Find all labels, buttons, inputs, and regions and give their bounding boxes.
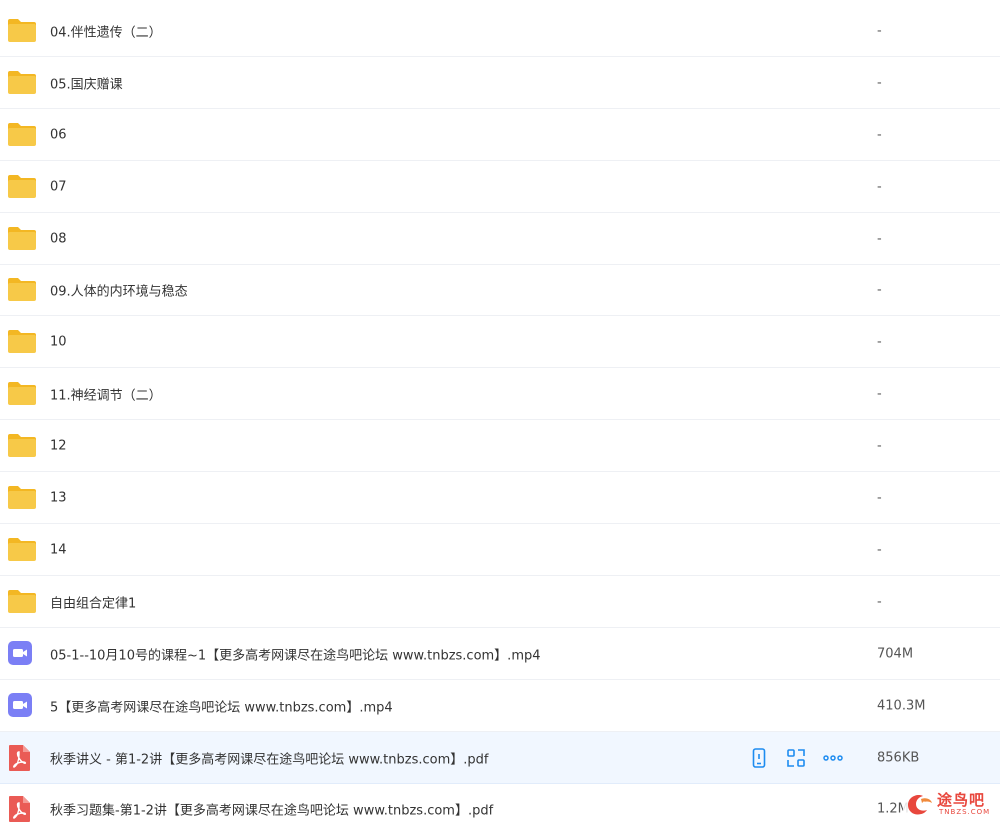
bird-logo-icon [908,795,932,815]
video-file-icon[interactable] [7,640,37,668]
folder-icon[interactable] [7,380,37,408]
pdf-file-icon[interactable] [7,795,37,823]
file-row[interactable]: 秋季习题集-第1-2讲【更多高考网课尽在途鸟吧论坛 www.tnbzs.com】… [0,784,1000,823]
file-name[interactable]: 07 [50,179,67,194]
folder-row[interactable]: 11.神经调节（二） - [0,368,1000,420]
file-size: 704M [877,646,914,661]
folder-icon[interactable] [7,121,37,149]
file-size: - [877,23,882,38]
watermark: 途鸟吧 TNBZS.COM [903,789,995,819]
file-name[interactable]: 05.国庆赠课 [50,73,123,92]
folder-icon[interactable] [7,432,37,460]
folder-row[interactable]: 07 - [0,161,1000,213]
file-name[interactable]: 14 [50,542,67,557]
file-size: - [877,75,882,90]
folder-icon[interactable] [7,173,37,201]
more-button[interactable] [822,747,844,769]
file-name[interactable]: 08 [50,231,67,246]
folder-row[interactable]: 10 - [0,316,1000,368]
file-name[interactable]: 12 [50,438,67,453]
file-size: - [877,490,882,505]
file-name[interactable]: 11.神经调节（二） [50,384,162,403]
file-name[interactable]: 秋季习题集-第1-2讲【更多高考网课尽在途鸟吧论坛 www.tnbzs.com】… [50,800,493,819]
file-size: - [877,127,882,142]
folder-icon[interactable] [7,17,37,45]
folder-row[interactable]: 09.人体的内环境与稳态 - [0,265,1000,316]
file-size: - [877,386,882,401]
file-size: - [877,438,882,453]
folder-row[interactable]: 14 - [0,524,1000,576]
folder-row[interactable]: 05.国庆赠课 - [0,57,1000,109]
more-dots-icon [823,754,843,761]
file-size: - [877,542,882,557]
mobile-phone-icon [752,747,766,768]
folder-icon[interactable] [7,588,37,616]
folder-row[interactable]: 12 - [0,420,1000,472]
file-row[interactable]: 5【更多高考网课尽在途鸟吧论坛 www.tnbzs.com】.mp4 410.3M [0,680,1000,732]
folder-icon[interactable] [7,225,37,253]
folder-icon[interactable] [7,536,37,564]
pdf-file-icon[interactable] [7,744,37,772]
folder-icon[interactable] [7,328,37,356]
watermark-subtext: TNBZS.COM [939,808,991,816]
file-size: - [877,282,882,298]
file-name[interactable]: 06 [50,127,67,142]
file-size: 856KB [877,750,920,765]
folder-icon[interactable] [7,69,37,97]
file-name[interactable]: 05-1--10月10号的课程~1【更多高考网课尽在途鸟吧论坛 www.tnbz… [50,644,541,663]
folder-row[interactable]: 06 - [0,109,1000,161]
file-row[interactable]: 秋季讲义 - 第1-2讲【更多高考网课尽在途鸟吧论坛 www.tnbzs.com… [0,732,1000,784]
file-name[interactable]: 5【更多高考网课尽在途鸟吧论坛 www.tnbzs.com】.mp4 [50,696,393,715]
open-on-mobile-button[interactable] [748,747,770,769]
watermark-text: 途鸟吧 [937,791,986,809]
file-size: - [877,231,882,246]
file-name[interactable]: 10 [50,334,67,349]
file-size: - [877,594,882,609]
file-name[interactable]: 秋季讲义 - 第1-2讲【更多高考网课尽在途鸟吧论坛 www.tnbzs.com… [50,748,488,767]
file-size: 410.3M [877,698,926,713]
share-icon [787,748,805,767]
folder-row[interactable]: 04.伴性遗传（二） - [0,5,1000,57]
file-list: 04.伴性遗传（二） - 05.国庆赠课 - 06 - 07 - 08 - 09.人体的内… [0,0,1000,823]
file-size: - [877,179,882,194]
folder-icon[interactable] [7,484,37,512]
folder-row[interactable]: 自由组合定律1 - [0,576,1000,628]
file-name[interactable]: 13 [50,490,67,505]
video-file-icon[interactable] [7,692,37,720]
folder-row[interactable]: 13 - [0,472,1000,524]
file-name[interactable]: 04.伴性遗传（二） [50,21,162,40]
file-name[interactable]: 09.人体的内环境与稳态 [50,281,188,300]
share-button[interactable] [785,747,807,769]
file-row[interactable]: 05-1--10月10号的课程~1【更多高考网课尽在途鸟吧论坛 www.tnbz… [0,628,1000,680]
folder-row[interactable]: 08 - [0,213,1000,265]
file-name[interactable]: 自由组合定律1 [50,592,136,611]
folder-icon[interactable] [7,276,37,304]
file-size: - [877,334,882,349]
